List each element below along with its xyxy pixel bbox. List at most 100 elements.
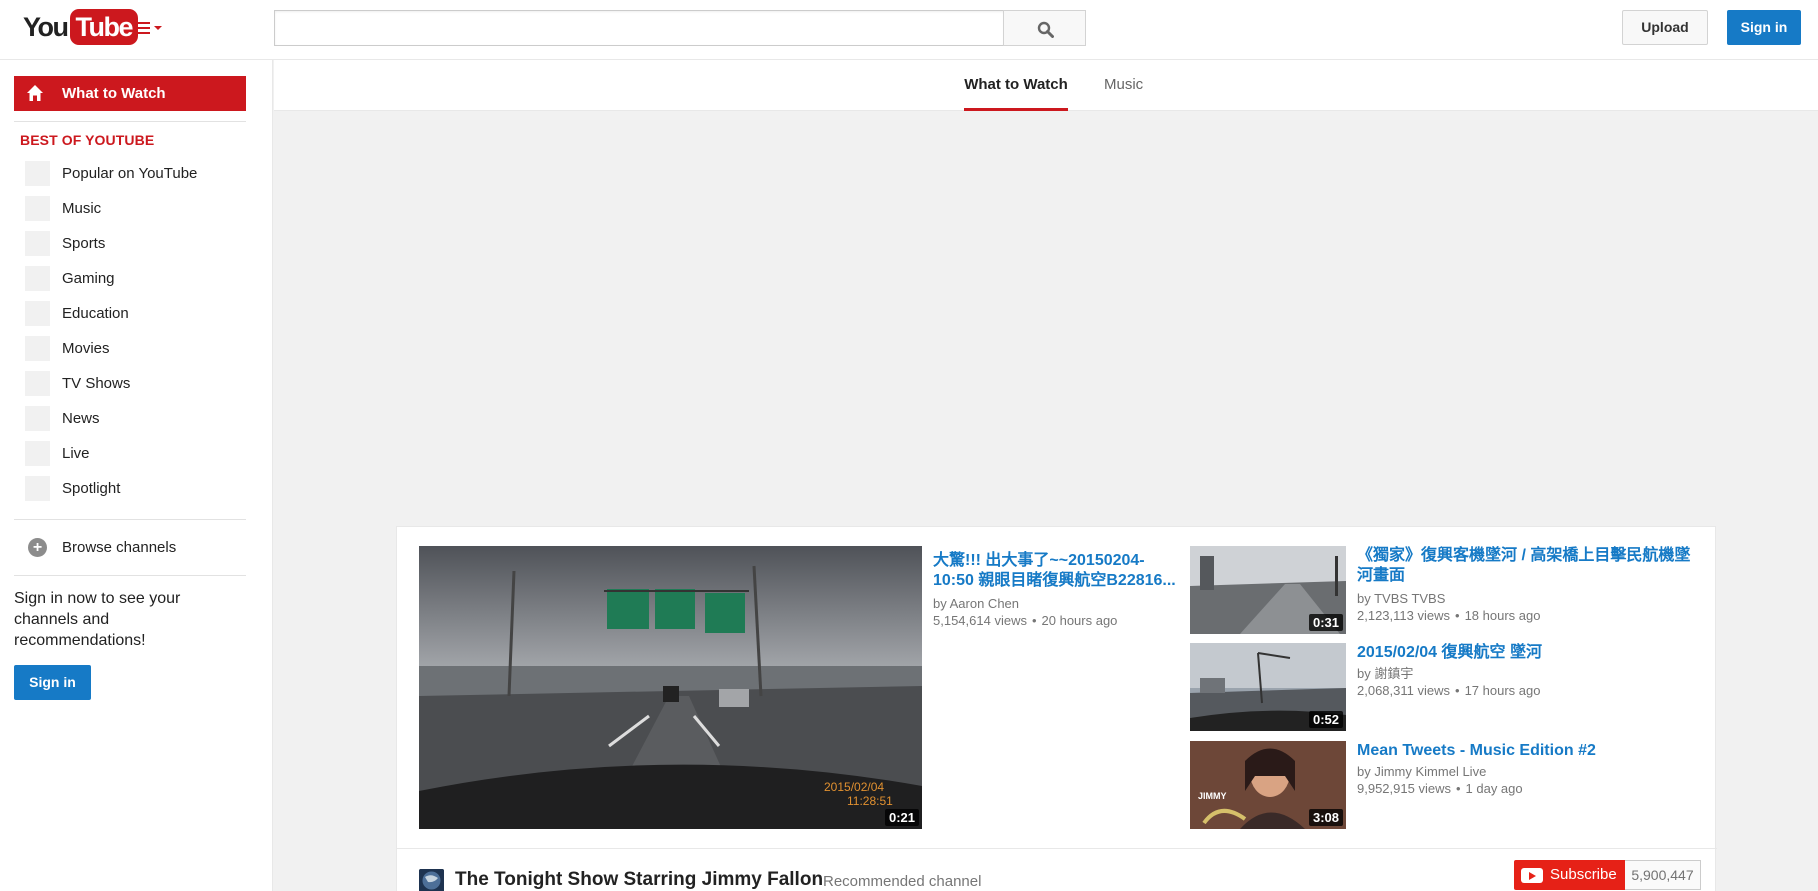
guide-menu-button[interactable] xyxy=(131,17,165,39)
sidebar-item-movies[interactable]: Movies xyxy=(14,331,246,366)
category-thumbnail xyxy=(25,336,50,361)
header-signin-button[interactable]: Sign in xyxy=(1727,10,1801,45)
sidebar-item-label: What to Watch xyxy=(62,85,166,102)
divider xyxy=(397,848,1717,849)
video-uploader[interactable]: by Jimmy Kimmel Live xyxy=(1357,763,1486,780)
sidebar-item-live[interactable]: Live xyxy=(14,436,246,471)
upload-button[interactable]: Upload xyxy=(1622,10,1708,45)
sidebar-item-label: Browse channels xyxy=(62,539,177,556)
category-thumbnail xyxy=(25,371,50,396)
category-thumbnail xyxy=(25,441,50,466)
tab-music[interactable]: Music xyxy=(1104,76,1143,111)
divider xyxy=(14,575,246,576)
signin-promo-text: Sign in now to see your channels and rec… xyxy=(14,590,181,649)
list-item: 0:31 《獨家》復興客機墜河 / 高架橋上目擊民航機墜河畫面 by TVBS … xyxy=(1190,546,1700,634)
video-thumbnail[interactable]: 0:31 xyxy=(1190,546,1346,634)
subscribe-button[interactable]: Subscribe xyxy=(1514,860,1625,890)
feed-shelf: 2015/02/04 11:28:51 0:21 大驚!!! 出大事了~~201… xyxy=(396,526,1717,891)
globe-icon xyxy=(419,869,444,891)
video-duration: 0:52 xyxy=(1308,711,1343,728)
sidebar-item-label: Sports xyxy=(62,235,106,252)
view-count: 2,123,113 views xyxy=(1357,608,1450,623)
sidebar-item-label: Music xyxy=(62,200,102,217)
dashcam-image: 2015/02/04 11:28:51 xyxy=(419,546,922,829)
logo-you-text: You xyxy=(23,11,69,42)
sidebar-item-popular[interactable]: Popular on YouTube xyxy=(14,156,246,191)
video-stats: 5,154,614 views • 20 hours ago xyxy=(933,613,1118,628)
search-input[interactable] xyxy=(274,10,1004,46)
video-uploader[interactable]: by 謝鎮宇 xyxy=(1357,665,1413,682)
feed-tabs: What to Watch Music xyxy=(274,60,1818,111)
sidebar-item-tv-shows[interactable]: TV Shows xyxy=(14,366,246,401)
channel-name[interactable]: The Tonight Show Starring Jimmy Fallon xyxy=(455,869,823,891)
video-duration: 0:31 xyxy=(1308,614,1343,631)
video-duration: 3:08 xyxy=(1308,809,1343,826)
sidebar-item-label: News xyxy=(62,410,100,427)
video-stats: 2,068,311 views • 17 hours ago xyxy=(1357,683,1541,698)
channel-avatar[interactable] xyxy=(419,869,444,891)
overlay-time: 11:28:51 xyxy=(847,794,893,808)
category-thumbnail xyxy=(25,406,50,431)
sidebar-item-sports[interactable]: Sports xyxy=(14,226,246,261)
search-icon xyxy=(1037,21,1054,38)
title-line: 10:50 親眼目睹復興航空B22816... xyxy=(933,572,1176,589)
video-title[interactable]: 《獨家》復興客機墜河 / 高架橋上目擊民航機墜河畫面 xyxy=(1357,546,1697,586)
view-count: 9,952,915 views xyxy=(1357,781,1451,796)
sidebar-item-what-to-watch[interactable]: What to Watch xyxy=(14,76,246,111)
sidebar-item-label: TV Shows xyxy=(62,375,131,392)
video-thumbnail[interactable]: 0:52 xyxy=(1190,643,1346,731)
sidebar-item-news[interactable]: News xyxy=(14,401,246,436)
guide-sidebar: What to Watch BEST OF YOUTUBE Popular on… xyxy=(0,60,273,891)
youtube-play-icon xyxy=(1521,868,1543,883)
sidebar-item-label: Gaming xyxy=(62,270,115,287)
home-icon xyxy=(27,85,43,101)
featured-video-thumbnail[interactable]: 2015/02/04 11:28:51 0:21 xyxy=(419,546,922,829)
sidebar-item-music[interactable]: Music xyxy=(14,191,246,226)
caret-down-icon xyxy=(154,26,162,30)
sidebar-item-gaming[interactable]: Gaming xyxy=(14,261,246,296)
youtube-logo[interactable]: You Tube xyxy=(23,9,138,45)
video-uploader[interactable]: by Aaron Chen xyxy=(933,595,1019,612)
video-thumbnail[interactable]: JIMMY 3:08 xyxy=(1190,741,1346,829)
video-stats: 2,123,113 views • 18 hours ago xyxy=(1357,608,1541,623)
subscribe-label: Subscribe xyxy=(1550,866,1617,883)
video-title[interactable]: 2015/02/04 復興航空 墜河 xyxy=(1357,643,1697,663)
sidebar-item-education[interactable]: Education xyxy=(14,296,246,331)
sidebar-item-label: Education xyxy=(62,305,129,322)
upload-age: 18 hours ago xyxy=(1464,608,1541,623)
list-item: 0:52 2015/02/04 復興航空 墜河 by 謝鎮宇 2,068,311… xyxy=(1190,643,1700,731)
menu-icon xyxy=(134,22,150,24)
overlay-date: 2015/02/04 xyxy=(824,780,884,794)
divider xyxy=(14,519,246,520)
title-line: 大驚!!! 出大事了~~20150204- xyxy=(933,552,1145,569)
category-thumbnail xyxy=(25,266,50,291)
view-count: 5,154,614 views xyxy=(933,613,1027,628)
sidebar-signin-button[interactable]: Sign in xyxy=(14,665,91,700)
best-of-youtube-heading: BEST OF YOUTUBE xyxy=(20,132,155,148)
sidebar-item-label: Movies xyxy=(62,340,110,357)
sidebar-item-label: Live xyxy=(62,445,90,462)
list-item: JIMMY 3:08 Mean Tweets - Music Edition #… xyxy=(1190,741,1700,829)
recommended-channel-tag: Recommended channel xyxy=(823,873,982,890)
featured-video-title[interactable]: 大驚!!! 出大事了~~20150204- 10:50 親眼目睹復興航空B228… xyxy=(933,551,1179,591)
tab-what-to-watch[interactable]: What to Watch xyxy=(964,76,1068,111)
masthead: You Tube Upload Sign in xyxy=(0,0,1818,60)
category-thumbnail xyxy=(25,161,50,186)
sidebar-item-browse-channels[interactable]: + Browse channels xyxy=(14,530,246,565)
search-button[interactable] xyxy=(1003,10,1086,46)
add-circle-icon: + xyxy=(28,538,47,557)
sidebar-item-label: Spotlight xyxy=(62,480,121,497)
video-uploader[interactable]: by TVBS TVBS xyxy=(1357,590,1445,607)
thumb-text: JIMMY xyxy=(1198,791,1227,801)
upload-age: 17 hours ago xyxy=(1464,683,1541,698)
category-thumbnail xyxy=(25,196,50,221)
logo-tube-text: Tube xyxy=(69,9,138,45)
upload-age: 20 hours ago xyxy=(1041,613,1118,628)
video-duration: 0:21 xyxy=(884,809,919,826)
video-stats: 9,952,915 views • 1 day ago xyxy=(1357,781,1523,796)
video-title[interactable]: Mean Tweets - Music Edition #2 xyxy=(1357,741,1697,761)
upload-age: 1 day ago xyxy=(1465,781,1523,796)
category-thumbnail xyxy=(25,301,50,326)
sidebar-item-spotlight[interactable]: Spotlight xyxy=(14,471,246,506)
view-count: 2,068,311 views xyxy=(1357,683,1450,698)
